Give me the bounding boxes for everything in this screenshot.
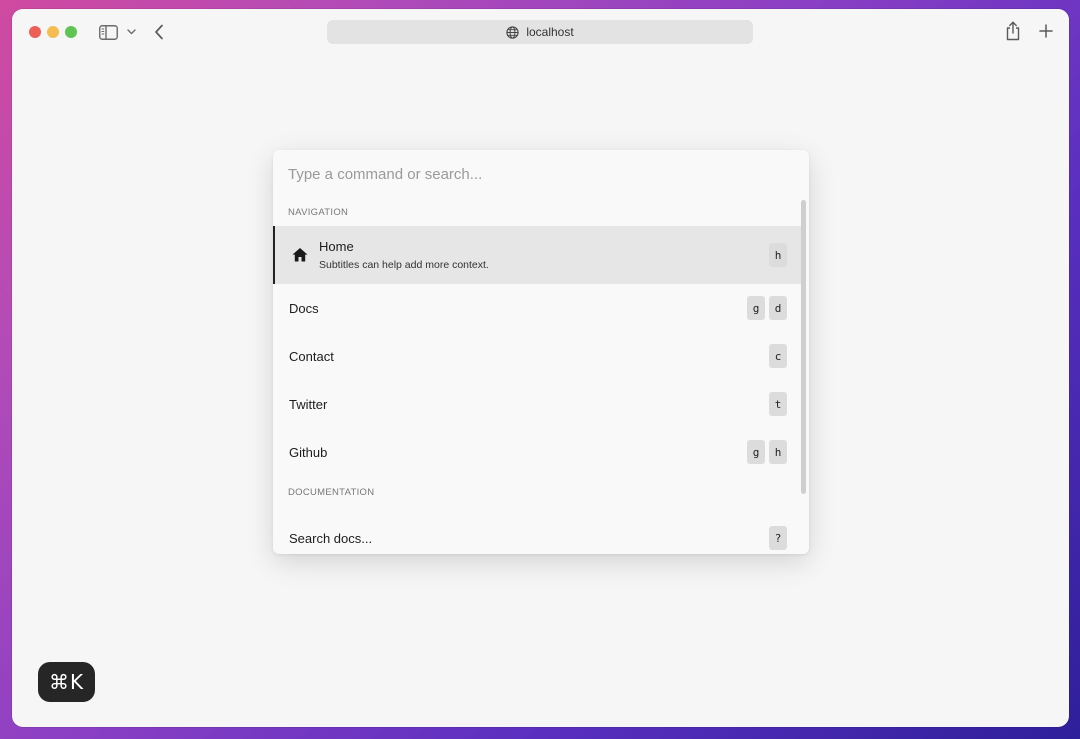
scrollbar-thumb[interactable] — [801, 200, 806, 494]
shortcut-key: g — [747, 440, 765, 464]
close-window-button[interactable] — [29, 26, 41, 38]
command-item-search-docs[interactable]: Search docs... ? — [273, 514, 801, 554]
command-item-title: Home — [319, 239, 354, 254]
command-palette: NAVIGATION Home Subtitles can help add m… — [273, 150, 809, 554]
command-item-contact[interactable]: Contact c — [273, 332, 801, 380]
shortcut-keys: t — [769, 392, 787, 416]
command-item-title: Twitter — [289, 396, 328, 412]
section-label-documentation: DOCUMENTATION — [288, 487, 375, 498]
command-item-title: Search docs... — [289, 530, 373, 546]
chevron-down-icon[interactable] — [124, 24, 138, 40]
home-icon — [291, 246, 309, 264]
shortcut-key: h — [769, 243, 787, 267]
command-item-github[interactable]: Github g h — [273, 428, 801, 476]
shortcut-keys: g d — [747, 296, 787, 320]
command-k-badge[interactable]: ⌘K — [38, 662, 95, 702]
shortcut-key: g — [747, 296, 765, 320]
shortcut-keys: c — [769, 344, 787, 368]
share-icon[interactable] — [1002, 20, 1024, 42]
address-text: localhost — [526, 25, 574, 39]
command-item-home[interactable]: Home Subtitles can help add more context… — [273, 226, 801, 284]
shortcut-key: h — [769, 440, 787, 464]
command-item-docs[interactable]: Docs g d — [273, 284, 801, 332]
browser-toolbar: localhost — [12, 9, 1069, 55]
new-tab-plus-icon[interactable] — [1036, 21, 1056, 41]
section-label-navigation: NAVIGATION — [288, 207, 349, 218]
command-item-title: Contact — [289, 348, 334, 364]
maximize-window-button[interactable] — [65, 26, 77, 38]
back-icon[interactable] — [152, 22, 166, 42]
command-item-title: Github — [289, 444, 328, 460]
address-bar[interactable]: localhost — [327, 20, 753, 44]
shortcut-key: ? — [769, 526, 787, 550]
command-item-twitter[interactable]: Twitter t — [273, 380, 801, 428]
browser-window: localhost NAVIGATION Home Subtitles can … — [12, 9, 1069, 727]
globe-icon — [506, 25, 519, 39]
command-item-subtitle: Subtitles can help add more context. — [319, 259, 489, 271]
command-item-title: Docs — [289, 300, 319, 316]
shortcut-key: t — [769, 392, 787, 416]
command-search-input[interactable] — [273, 150, 809, 198]
minimize-window-button[interactable] — [47, 26, 59, 38]
shortcut-key: c — [769, 344, 787, 368]
sidebar-toggle-icon[interactable] — [98, 23, 118, 41]
shortcut-keys: h — [769, 243, 787, 267]
shortcut-key: d — [769, 296, 787, 320]
shortcut-keys: ? — [769, 526, 787, 550]
shortcut-keys: g h — [747, 440, 787, 464]
